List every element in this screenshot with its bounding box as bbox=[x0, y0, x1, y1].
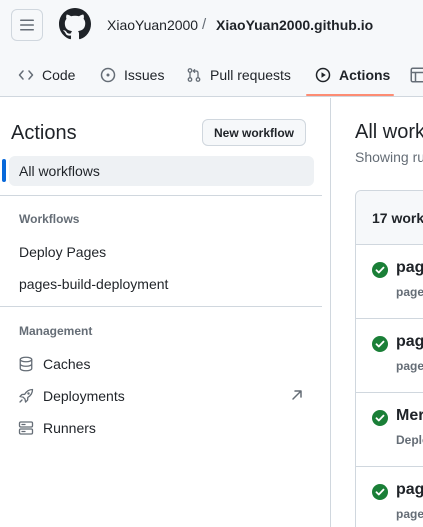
tab-issues[interactable]: Issues bbox=[100, 52, 164, 97]
breadcrumb-owner[interactable]: XiaoYuan2000 bbox=[107, 16, 198, 34]
run-title[interactable]: Mer bbox=[396, 407, 423, 425]
section-heading-workflows: Workflows bbox=[19, 212, 80, 226]
tab-actions[interactable]: Actions bbox=[315, 52, 390, 97]
code-icon bbox=[18, 69, 34, 80]
workflow-runs-list: 17 workf pag page pag page Mer Deplo pag… bbox=[355, 190, 423, 527]
new-workflow-button[interactable]: New workflow bbox=[202, 119, 306, 146]
server-icon bbox=[18, 421, 34, 435]
sidebar-item-deploy-pages[interactable]: Deploy Pages bbox=[19, 244, 106, 260]
workflow-run-row[interactable]: pag page bbox=[356, 319, 423, 393]
sidebar-item-pages-build-deployment[interactable]: pages-build-deployment bbox=[19, 276, 168, 292]
git-pull-request-icon bbox=[187, 67, 201, 82]
breadcrumb-repo[interactable]: XiaoYuan2000.github.io bbox=[216, 16, 373, 34]
external-link-arrow-icon bbox=[292, 390, 302, 400]
workflow-run-row[interactable]: pag page bbox=[356, 467, 423, 527]
run-workflow-name: page bbox=[396, 507, 423, 521]
run-workflow-name: page bbox=[396, 359, 423, 373]
check-circle-success-icon bbox=[372, 336, 388, 352]
runs-list-header: 17 workf bbox=[356, 191, 423, 245]
page-title: All work bbox=[355, 121, 423, 143]
page-subtitle: Showing ru bbox=[355, 149, 423, 165]
section-heading-management: Management bbox=[19, 324, 93, 338]
divider bbox=[0, 195, 322, 196]
issue-opened-icon bbox=[100, 67, 116, 82]
tab-code[interactable]: Code bbox=[18, 52, 75, 97]
check-circle-success-icon bbox=[372, 262, 388, 278]
check-circle-success-icon bbox=[372, 484, 388, 500]
tab-label: Actions bbox=[339, 66, 391, 83]
play-icon bbox=[315, 67, 331, 82]
divider bbox=[0, 306, 322, 307]
menu-button[interactable] bbox=[11, 9, 43, 41]
repo-header: XiaoYuan2000 / XiaoYuan2000.github.io Co… bbox=[0, 0, 423, 97]
workflow-run-row[interactable]: pag page bbox=[356, 245, 423, 319]
actions-sidebar: Actions New workflow All workflows Workf… bbox=[0, 98, 331, 527]
tab-pull-requests[interactable]: Pull requests bbox=[186, 52, 291, 97]
sidebar-item-runners[interactable]: Runners bbox=[43, 420, 96, 436]
active-tab-indicator bbox=[306, 94, 394, 96]
run-count: 17 workf bbox=[372, 210, 423, 226]
run-title[interactable]: pag bbox=[396, 481, 423, 499]
tab-label: Issues bbox=[124, 66, 165, 83]
workflow-run-row[interactable]: Mer Deplo bbox=[356, 393, 423, 467]
run-title[interactable]: pag bbox=[396, 259, 423, 277]
tab-projects[interactable] bbox=[410, 52, 423, 97]
database-icon bbox=[19, 356, 33, 372]
tab-label: Code bbox=[42, 66, 76, 83]
run-title[interactable]: pag bbox=[396, 333, 423, 351]
rocket-icon bbox=[19, 388, 34, 403]
sidebar-item-deployments[interactable]: Deployments bbox=[43, 388, 125, 404]
breadcrumb-separator: / bbox=[202, 16, 207, 33]
sidebar-item-caches[interactable]: Caches bbox=[43, 356, 90, 372]
github-logo-icon[interactable] bbox=[59, 8, 91, 40]
workflow-runs-panel: All work Showing ru 17 workf pag page pa… bbox=[332, 98, 423, 527]
sidebar-item-label: All workflows bbox=[19, 163, 100, 179]
sidebar-title: Actions bbox=[11, 122, 77, 144]
run-workflow-name: Deplo bbox=[396, 433, 423, 447]
run-workflow-name: page bbox=[396, 285, 423, 299]
tab-label: Pull requests bbox=[210, 66, 291, 83]
check-circle-success-icon bbox=[372, 410, 388, 426]
table-icon bbox=[410, 67, 423, 82]
hamburger-icon bbox=[20, 19, 34, 31]
repo-nav-tabs: Code Issues Pull requests Actions bbox=[0, 52, 423, 97]
selected-indicator bbox=[2, 159, 6, 182]
